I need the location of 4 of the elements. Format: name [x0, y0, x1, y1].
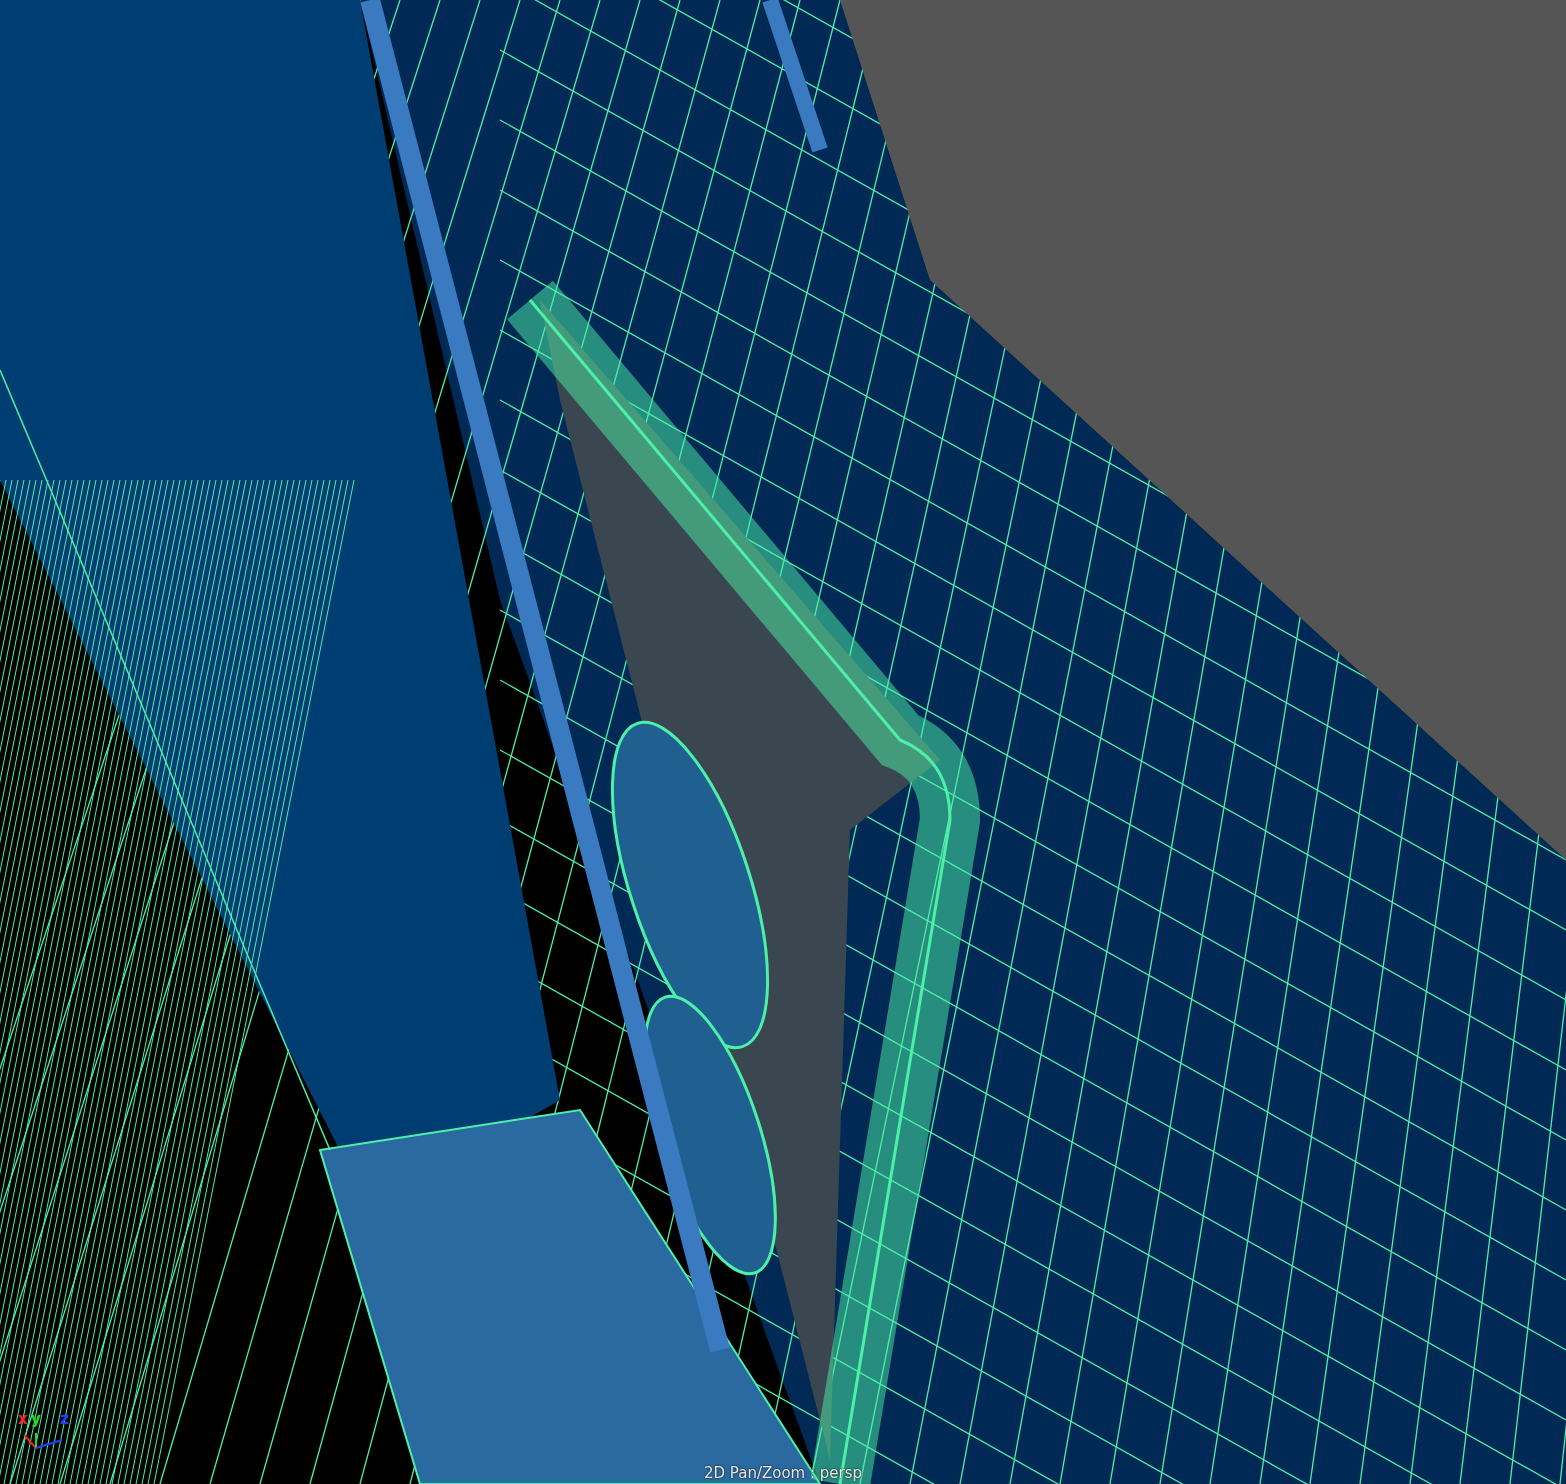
axis-label: z [60, 1410, 69, 1428]
axis-label: x [18, 1410, 28, 1428]
camera-mode-label: 2D Pan/Zoom : persp [703, 1464, 863, 1482]
axis-gizmo-icon [23, 1432, 63, 1449]
